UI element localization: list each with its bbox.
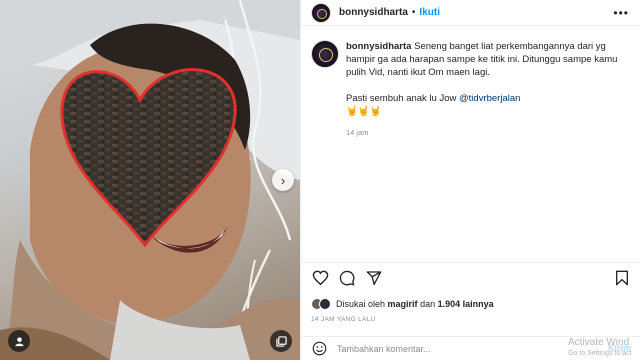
likes-user-link[interactable]: magirif xyxy=(388,299,418,309)
comment-button[interactable] xyxy=(338,269,356,287)
smiley-icon xyxy=(312,341,326,356)
header-username[interactable]: bonnysidharta xyxy=(339,7,408,18)
comment-input[interactable] xyxy=(337,343,537,354)
avatar[interactable] xyxy=(311,2,331,23)
save-button[interactable] xyxy=(613,269,631,287)
likes-joiner: dan xyxy=(420,299,436,309)
post-header: bonnysidharta • Ikuti ••• xyxy=(301,0,640,26)
caption-avatar[interactable] xyxy=(311,40,339,68)
likes-summary: Disukai oleh magirif dan 1.904 lainnya xyxy=(311,298,494,310)
share-button[interactable] xyxy=(365,269,383,287)
next-photo-button[interactable]: › xyxy=(272,169,294,191)
comment-icon xyxy=(339,270,355,286)
post-timestamp[interactable]: 14 JAM YANG LALU xyxy=(311,316,376,323)
follow-button[interactable]: Ikuti xyxy=(419,7,440,18)
post-photo[interactable]: › xyxy=(0,0,300,360)
user-tag-button[interactable] xyxy=(8,330,30,352)
multi-photo-button[interactable] xyxy=(270,330,292,352)
caption-timestamp[interactable]: 14 jam xyxy=(346,126,631,139)
watermark-line2: Go to Settings to act xyxy=(568,350,632,357)
chevron-right-icon: › xyxy=(280,172,286,188)
multi-photo-icon xyxy=(275,335,287,347)
caption-text-2: Pasti sembuh anak lu Jow xyxy=(346,93,460,104)
like-button[interactable] xyxy=(311,269,329,287)
bookmark-icon xyxy=(616,270,628,286)
caption-body: bonnysidharta Seneng banget liat perkemb… xyxy=(346,40,631,118)
caption-emoji: 🤘🤘🤘 xyxy=(346,106,382,117)
heart-censor-overlay xyxy=(60,68,237,248)
liker-avatar xyxy=(319,298,331,310)
post-side-panel: bonnysidharta • Ikuti ••• bonnysidharta … xyxy=(300,0,640,360)
post-caption: bonnysidharta Seneng banget liat perkemb… xyxy=(311,40,631,139)
separator-dot: • xyxy=(411,7,416,18)
windows-activation-watermark: Activate Wind Go to Settings to act xyxy=(568,337,631,359)
action-bar xyxy=(301,262,640,290)
heart-icon xyxy=(312,270,328,286)
more-options-icon[interactable]: ••• xyxy=(613,6,629,20)
emoji-button[interactable] xyxy=(311,341,327,357)
caption-username[interactable]: bonnysidharta xyxy=(346,41,411,52)
likes-prefix: Disukai oleh xyxy=(336,299,386,309)
likes-count-link[interactable]: 1.904 lainnya xyxy=(438,299,494,309)
user-tag-icon xyxy=(14,336,24,346)
watermark-line1: Activate Wind xyxy=(568,337,630,348)
paper-plane-icon xyxy=(366,271,382,286)
caption-mention-link[interactable]: @tidvrberjalan xyxy=(459,93,520,104)
